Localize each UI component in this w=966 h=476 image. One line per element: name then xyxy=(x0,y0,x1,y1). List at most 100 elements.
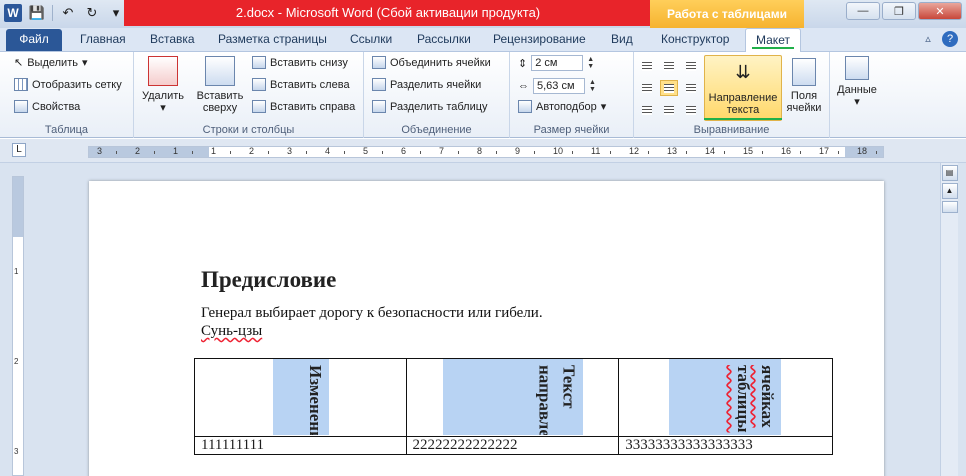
tab-home[interactable]: Главная xyxy=(80,32,126,46)
align-middle-left-icon[interactable] xyxy=(638,80,656,96)
insert-left-button[interactable]: Вставить слева xyxy=(252,78,350,91)
group-label: Строки и столбцы xyxy=(202,124,295,136)
align-bottom-center-icon[interactable] xyxy=(660,102,678,118)
document-page[interactable]: Предисловие Генерал выбирает дорогу к бе… xyxy=(89,181,884,476)
width-spinner[interactable]: ▲ ▼ xyxy=(589,79,597,93)
tab-insert[interactable]: Вставка xyxy=(150,32,195,46)
table-cell[interactable]: ячейках таблицы xyxy=(618,358,833,437)
vertical-text-cell: Изменение xyxy=(273,359,329,435)
column-width-icon: ⇔ xyxy=(518,80,529,92)
merge-cells-icon xyxy=(372,56,386,69)
cursor-icon: ↖ xyxy=(14,57,24,69)
cell-margins-button[interactable]: Поля ячейки xyxy=(782,58,826,114)
ruler-tick xyxy=(268,151,269,154)
vertical-scrollbar[interactable]: ▤ ▲ xyxy=(940,163,958,476)
align-bottom-left-icon[interactable] xyxy=(638,102,656,118)
ruler-number: 17 xyxy=(819,146,830,156)
tab-layout[interactable]: Макет xyxy=(745,28,801,53)
document-author-line: Сунь-цзы xyxy=(201,323,263,339)
undo-icon[interactable]: ↶ xyxy=(59,4,77,22)
restore-icon[interactable]: ❐ xyxy=(882,2,916,20)
ruler-tick xyxy=(686,151,687,154)
row-height-icon: ⇕ xyxy=(518,57,528,70)
height-spinner[interactable]: ▲ ▼ xyxy=(587,56,595,70)
tab-mailings[interactable]: Рассылки xyxy=(417,32,471,46)
table-cell[interactable]: 22222222222222 xyxy=(405,436,620,455)
table-cell[interactable]: Изменение xyxy=(194,358,407,437)
tab-selector-icon[interactable]: L xyxy=(12,143,26,157)
minimize-icon[interactable]: — xyxy=(846,2,880,20)
align-top-right-icon[interactable] xyxy=(682,58,700,74)
ruler-number: 10 xyxy=(553,146,564,156)
ruler-number: 8 xyxy=(477,146,483,156)
delete-button[interactable]: Удалить ▾ xyxy=(140,56,186,114)
customize-qat-icon[interactable]: ▾ xyxy=(107,4,125,22)
tab-file[interactable]: Файл xyxy=(6,29,62,51)
autofit-button[interactable]: Автоподбор ▾ xyxy=(518,100,606,113)
ruler-number: 5 xyxy=(363,146,369,156)
ruler-tick xyxy=(572,151,573,154)
align-top-left-icon[interactable] xyxy=(638,58,656,74)
document-table[interactable]: Изменение Текст направление ячейках табл… xyxy=(194,358,833,455)
ruler-number: 1 xyxy=(211,146,217,156)
word-logo-icon[interactable]: W xyxy=(4,4,22,22)
scroll-up-icon[interactable]: ▲ xyxy=(941,183,958,199)
ruler-number: 4 xyxy=(325,146,331,156)
table-cell[interactable]: Текст направление xyxy=(405,358,620,437)
insert-below-button[interactable]: Вставить снизу xyxy=(252,56,348,69)
data-button[interactable]: Данные ▾ xyxy=(832,56,882,108)
minimize-ribbon-icon[interactable]: ▵ xyxy=(920,31,936,47)
ruler-tick xyxy=(458,151,459,154)
show-grid-button[interactable]: Отобразить сетку xyxy=(14,78,122,91)
ruler-number: 15 xyxy=(743,146,754,156)
tab-view[interactable]: Вид xyxy=(611,32,633,46)
cell-width-input[interactable]: 5,63 см xyxy=(533,78,585,94)
ribbon-right-controls: ▵ ? xyxy=(920,31,958,47)
ruler-number: 6 xyxy=(401,146,407,156)
save-icon[interactable]: 💾 xyxy=(28,4,46,22)
redo-icon[interactable]: ↻ xyxy=(83,4,101,22)
vertical-ruler[interactable]: 1 2 3 xyxy=(12,176,24,476)
tab-page-layout[interactable]: Разметка страницы xyxy=(218,32,327,46)
delete-table-icon xyxy=(148,56,178,86)
properties-button[interactable]: Свойства xyxy=(14,100,80,113)
vertical-ruler-number: 2 xyxy=(14,357,19,366)
cell-height-input[interactable]: 2 см xyxy=(531,55,584,71)
help-icon[interactable]: ? xyxy=(942,31,958,47)
align-bottom-right-icon[interactable] xyxy=(682,102,700,118)
ruler-number: 9 xyxy=(515,146,521,156)
window-controls: — ❐ ✕ xyxy=(846,2,962,20)
tab-references[interactable]: Ссылки xyxy=(350,32,392,46)
window-title: 2.docx - Microsoft Word (Сбой активации … xyxy=(235,5,541,20)
insert-right-icon xyxy=(252,100,266,113)
ruler-tick xyxy=(800,151,801,154)
properties-icon xyxy=(14,100,28,113)
insert-above-button[interactable]: Вставить сверху xyxy=(194,56,246,114)
tab-review[interactable]: Рецензирование xyxy=(493,32,586,46)
table-cell[interactable]: 111111111 xyxy=(194,436,407,455)
merge-cells-button[interactable]: Объединить ячейки xyxy=(372,56,491,69)
view-ruler-icon[interactable]: ▤ xyxy=(941,165,958,181)
document-paragraph: Генерал выбирает дорогу к безопасности и… xyxy=(201,305,543,321)
ruler-number: 14 xyxy=(705,146,716,156)
split-table-button[interactable]: Разделить таблицу xyxy=(372,100,488,113)
align-middle-center-icon[interactable] xyxy=(660,80,678,96)
select-button[interactable]: ↖ Выделить ▾ xyxy=(14,56,88,70)
alignment-buttons xyxy=(638,58,700,118)
align-top-center-icon[interactable] xyxy=(660,58,678,74)
ruler-tick xyxy=(648,151,649,154)
align-middle-right-icon[interactable] xyxy=(682,80,700,96)
cell-height-control: ⇕ 2 см ▲ ▼ xyxy=(518,55,595,71)
split-cells-button[interactable]: Разделить ячейки xyxy=(372,78,481,91)
insert-below-icon xyxy=(252,56,266,69)
context-tab-group: Работа с таблицами xyxy=(650,0,804,28)
ribbon-tabs: Файл Главная Вставка Разметка страницы С… xyxy=(0,28,966,53)
ruler-number: 2 xyxy=(249,146,255,156)
horizontal-ruler[interactable]: 3 2 1 1 2 3 4 5 6 7 8 9 10 11 12 13 14 15 16 17 18 xyxy=(88,146,884,158)
close-icon[interactable]: ✕ xyxy=(918,2,962,20)
scroll-thumb[interactable] xyxy=(941,201,958,213)
table-cell[interactable]: 33333333333333333 xyxy=(618,436,833,455)
tab-design[interactable]: Конструктор xyxy=(661,32,729,46)
title-bar: W 💾 ↶ ↻ ▾ 2.docx - Microsoft Word (Сбой … xyxy=(0,0,966,28)
insert-right-button[interactable]: Вставить справа xyxy=(252,100,355,113)
